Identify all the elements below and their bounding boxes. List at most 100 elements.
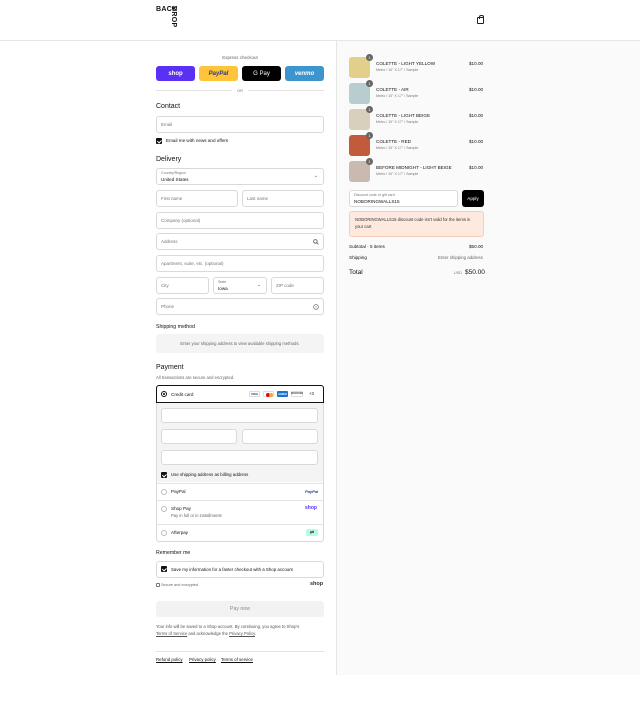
apartment-field[interactable]: Apartment, suite, etc. (optional)	[156, 255, 324, 272]
shoppay-logo-icon: shop	[305, 505, 317, 511]
discount-value: NOBORINGWALLS15	[354, 199, 400, 204]
newsletter-label: Email me with news and offers	[166, 138, 229, 143]
shop-pay-express-button[interactable]: shop	[156, 66, 195, 81]
paypal-logo-icon: PayPal	[305, 489, 319, 494]
shipping-method-title: Shipping method	[156, 324, 195, 330]
save-info-label: Save my information for a faster checkou…	[171, 567, 293, 572]
product-price: $10.00	[469, 61, 484, 66]
or-label: OR	[237, 88, 243, 93]
discover-icon: DISCOVER	[291, 391, 303, 397]
help-icon[interactable]: ?	[313, 304, 319, 310]
payment-divider	[157, 483, 323, 484]
pay-now-button[interactable]: Pay now	[156, 601, 324, 617]
state-label: State	[218, 280, 227, 284]
paypal-radio[interactable]	[161, 489, 167, 495]
billing-same-checkbox[interactable]	[161, 472, 167, 478]
total-label: Total	[349, 269, 363, 276]
product-variant: Metro / 10" X 17" / Sample	[376, 172, 419, 176]
shopping-bag-icon[interactable]	[477, 15, 484, 24]
quantity-badge: 1	[366, 54, 373, 61]
email-field[interactable]: Email	[156, 116, 324, 133]
zip-placeholder: ZIP code	[276, 283, 294, 288]
product-name: BEFORE MIDNIGHT - LIGHT BEIGE	[376, 165, 452, 170]
shipping-method-message: Enter your shipping address to view avai…	[156, 334, 324, 353]
billing-same-label: Use shipping address as billing address	[171, 472, 249, 477]
address-field[interactable]: Address	[156, 233, 324, 250]
refund-policy-link[interactable]: Refund policy	[156, 657, 183, 662]
shop-logo-icon: shop	[310, 581, 324, 587]
discount-code-field[interactable]: Discount code or gift card NOBORINGWALLS…	[349, 190, 458, 207]
payment-title: Payment	[156, 364, 184, 371]
shoppay-sublabel: Pay in full or in installments	[171, 513, 222, 518]
chevron-down-icon: ⌄	[256, 282, 261, 288]
amex-icon: AMEX	[277, 391, 288, 397]
legal-text-3: .	[254, 631, 257, 636]
credit-card-radio[interactable]	[161, 391, 167, 397]
mastercard-icon	[263, 391, 274, 397]
google-pay-express-button[interactable]: G Pay	[242, 66, 281, 81]
card-name-field[interactable]	[161, 450, 318, 465]
paypal-express-button[interactable]: PayPal	[199, 66, 238, 81]
product-variant: Metro / 10" X 17" / Sample	[376, 146, 419, 150]
payment-divider	[157, 524, 323, 525]
apply-button[interactable]: Apply	[462, 190, 484, 207]
brand-logo[interactable]: BACK DROP	[156, 6, 177, 27]
state-select[interactable]: State Iowa ⌄	[213, 277, 267, 294]
currency-code: USD	[454, 271, 463, 275]
state-value: Iowa	[218, 286, 228, 291]
afterpay-label: Afterpay	[171, 530, 189, 535]
country-select[interactable]: Country/Region United States ⌄	[156, 168, 324, 185]
zip-field[interactable]: ZIP code	[271, 277, 324, 294]
product-name: COLETTE - RED	[376, 139, 411, 144]
email-placeholder: Email	[161, 122, 173, 127]
card-number-field[interactable]	[161, 408, 318, 423]
phone-placeholder: Phone	[161, 304, 175, 309]
product-price: $10.00	[469, 87, 484, 92]
paypal-label: PayPal	[171, 489, 186, 494]
header: BACK DROP	[0, 0, 640, 41]
or-divider-left	[156, 90, 232, 91]
last-name-field[interactable]: Last name	[242, 190, 324, 207]
credit-card-label: Credit card	[171, 392, 194, 397]
product-variant: Metro / 10" X 17" / Sample	[376, 68, 419, 72]
first-name-placeholder: First name	[161, 196, 183, 201]
total-value: $50.00	[465, 269, 485, 276]
logo-line2: DROP	[170, 6, 177, 28]
product-price: $10.00	[469, 139, 484, 144]
more-cards-count: +3	[309, 391, 314, 396]
discount-error-banner: NOBORINGWALLS15 discount code isn't vali…	[349, 211, 484, 237]
terms-link[interactable]: Terms of Service	[156, 631, 187, 636]
product-price: $10.00	[469, 113, 484, 118]
chevron-down-icon: ⌄	[313, 173, 318, 179]
company-field[interactable]: Company (optional)	[156, 212, 324, 229]
first-name-field[interactable]: First name	[156, 190, 238, 207]
search-icon	[313, 239, 319, 245]
terms-of-service-link[interactable]: Terms of service	[221, 657, 253, 662]
remember-me-title: Remember me	[156, 550, 191, 556]
afterpay-radio[interactable]	[161, 530, 167, 536]
payment-subtitle: All transactions are secure and encrypte…	[156, 375, 235, 380]
footer-divider	[156, 651, 324, 652]
visa-icon: VISA	[249, 391, 260, 397]
privacy-link[interactable]: Privacy Policy	[229, 631, 255, 636]
save-info-checkbox[interactable]	[161, 566, 167, 572]
phone-field[interactable]: Phone ?	[156, 298, 324, 315]
express-checkout-title: Express checkout	[222, 55, 258, 60]
quantity-badge: 1	[366, 106, 373, 113]
card-expiry-field[interactable]	[161, 429, 237, 444]
discount-label: Discount code or gift card	[354, 193, 395, 197]
city-field[interactable]: City	[156, 277, 209, 294]
quantity-badge: 1	[366, 158, 373, 165]
city-placeholder: City	[161, 283, 169, 288]
svg-text:?: ?	[315, 305, 317, 309]
product-price: $10.00	[469, 165, 484, 170]
venmo-express-button[interactable]: venmo	[285, 66, 324, 81]
country-value: United States	[161, 177, 189, 182]
product-variant: Metro / 10" X 17" / Sample	[376, 94, 419, 98]
product-name: COLETTE - LIGHT BEIGE	[376, 113, 431, 118]
newsletter-checkbox[interactable]	[156, 138, 162, 144]
contact-title: Contact	[156, 103, 181, 110]
shoppay-radio[interactable]	[161, 506, 167, 512]
privacy-policy-link[interactable]: Privacy policy	[189, 657, 216, 662]
card-cvv-field[interactable]	[242, 429, 318, 444]
